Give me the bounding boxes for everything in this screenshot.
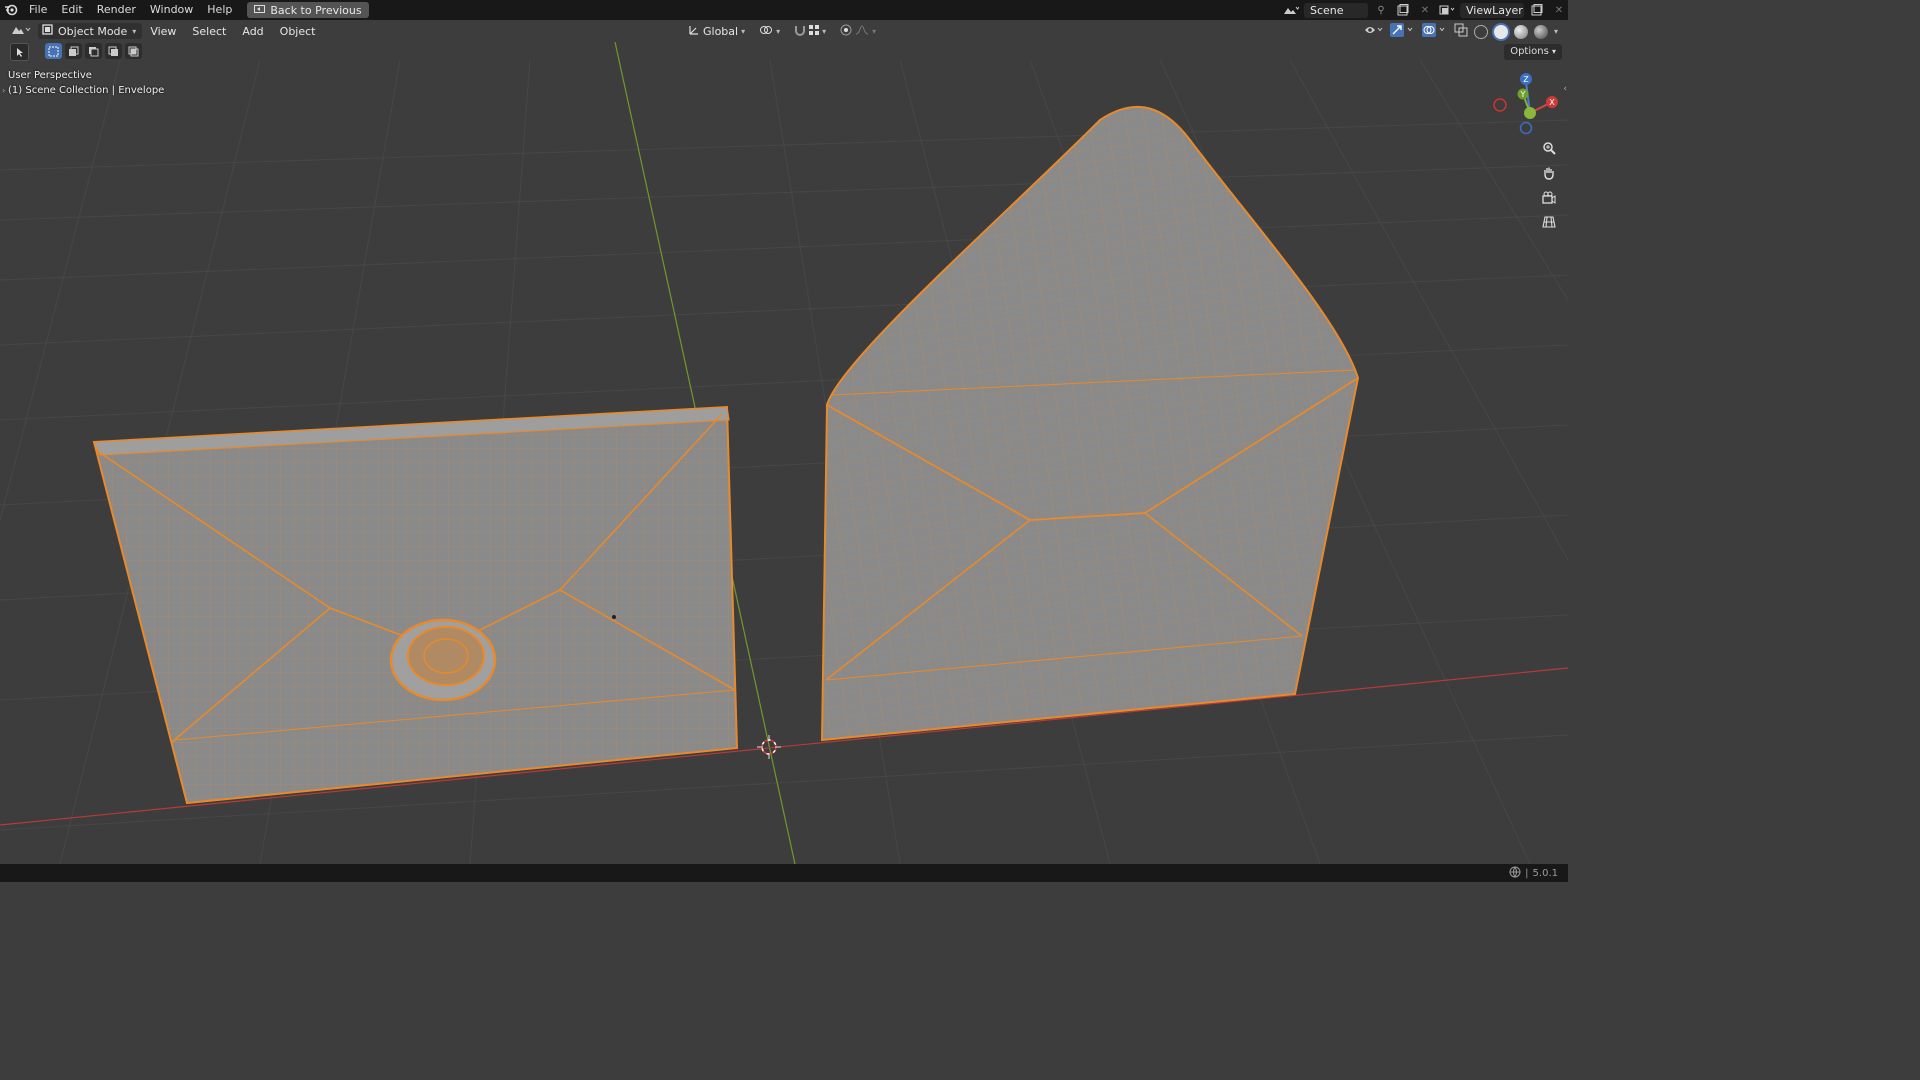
menu-file[interactable]: File (22, 0, 54, 20)
proportional-edit-icon (840, 24, 852, 39)
back-to-previous-label: Back to Previous (270, 3, 362, 17)
gizmo-x-label: X (1549, 98, 1555, 107)
screen-icon (254, 4, 266, 17)
tweak-select-icon[interactable] (10, 43, 29, 61)
solid-shading-icon[interactable] (1493, 24, 1508, 39)
select-invert-icon[interactable] (105, 43, 122, 59)
camera-view-icon[interactable] (1539, 188, 1559, 208)
back-to-previous-button[interactable]: Back to Previous (247, 2, 369, 18)
zoom-icon[interactable] (1539, 138, 1559, 158)
menu-render[interactable]: Render (90, 0, 143, 20)
close-view-layer-icon[interactable]: ✕ (1550, 2, 1568, 18)
orientation-label: Global (703, 24, 739, 38)
scene-name-field[interactable]: Scene (1304, 2, 1368, 18)
status-separator: | (1525, 867, 1529, 879)
new-view-layer-icon[interactable] (1528, 2, 1546, 18)
magnet-icon (794, 24, 806, 39)
chevron-down-icon: ▾ (822, 26, 827, 36)
menu-view[interactable]: View (142, 25, 184, 38)
select-intersect-icon[interactable] (125, 43, 142, 59)
top-menu-bar: File Edit Render Window Help Back to Pre… (0, 0, 1568, 20)
menu-edit[interactable]: Edit (54, 0, 89, 20)
chevron-down-icon: ▾ (1551, 47, 1556, 56)
object-mode-dropdown[interactable]: Object Mode ▾ (38, 23, 143, 39)
transform-orientation-dropdown[interactable]: Global ▾ (684, 23, 749, 39)
menu-select[interactable]: Select (184, 25, 234, 38)
orthographic-toggle-icon[interactable] (1539, 212, 1559, 232)
pan-hand-icon[interactable] (1539, 163, 1559, 183)
visibility-selectability-icon[interactable] (1364, 24, 1384, 39)
pin-icon[interactable]: ⚲ (1372, 2, 1390, 18)
menu-object[interactable]: Object (272, 25, 324, 38)
pivot-icon (759, 24, 773, 39)
navigation-gizmo[interactable]: Z X Y (1490, 70, 1562, 136)
select-extend-icon[interactable] (65, 43, 82, 59)
viewport-scene (0, 41, 1568, 864)
3d-viewport[interactable] (0, 20, 1568, 864)
blender-logo-icon[interactable] (0, 0, 22, 20)
chevron-right-icon[interactable]: › (2, 86, 5, 95)
select-new-icon[interactable] (45, 43, 62, 59)
snap-grid-icon (809, 24, 820, 38)
closed-envelope-mesh (92, 405, 739, 805)
snapping-toggle[interactable]: ▾ (790, 23, 830, 39)
collection-info-label: (1) Scene Collection | Envelope (8, 85, 165, 96)
chevron-down-icon: ▾ (741, 26, 746, 36)
select-subtract-icon[interactable] (85, 43, 102, 59)
xray-toggle-icon[interactable] (1454, 23, 1468, 40)
pivot-point-dropdown[interactable]: ▾ (755, 23, 784, 39)
gizmo-y-label: Y (1520, 90, 1526, 99)
center-toolbar: Global ▾ ▾ ▾ ▾ (684, 23, 880, 39)
selection-mode-toolbar (10, 43, 142, 61)
sidebar-toggle-icon[interactable]: ‹ (1563, 84, 1567, 94)
object-mode-icon (42, 24, 53, 38)
menu-help[interactable]: Help (200, 0, 239, 20)
orientation-axes-icon (688, 24, 700, 39)
chevron-down-icon: ▾ (776, 26, 781, 36)
view-layer-field[interactable]: ViewLayer (1460, 2, 1524, 18)
chevron-down-icon: ▾ (872, 26, 877, 36)
open-envelope-mesh (820, 106, 1360, 742)
close-scene-icon[interactable]: ✕ (1416, 2, 1434, 18)
rendered-shading-icon[interactable] (1533, 24, 1548, 39)
viewport-right-tools: ▾ (1364, 23, 1558, 40)
chevron-down-icon: ▾ (132, 26, 137, 36)
overlays-toggle-icon[interactable] (1421, 23, 1448, 40)
scene-selector-icon[interactable] (1282, 2, 1300, 18)
editor-type-icon[interactable] (10, 23, 32, 40)
material-preview-shading-icon[interactable] (1513, 24, 1528, 39)
options-dropdown[interactable]: Options ▾ (1504, 44, 1562, 60)
menu-window[interactable]: Window (143, 0, 200, 20)
proportional-editing-toggle[interactable]: ▾ (836, 23, 880, 39)
status-bar: | 5.0.1 (0, 864, 1568, 882)
globe-icon (1509, 866, 1521, 881)
chevron-down-icon[interactable]: ▾ (1554, 27, 1558, 36)
version-label: 5.0.1 (1532, 867, 1558, 879)
gizmo-z-label: Z (1523, 75, 1529, 84)
new-scene-icon[interactable] (1394, 2, 1412, 18)
menu-add[interactable]: Add (234, 25, 271, 38)
view-layer-selector-icon[interactable] (1438, 2, 1456, 18)
viewport-header: Object Mode ▾ View Select Add Object Glo… (0, 20, 1568, 42)
falloff-curve-icon (855, 24, 869, 38)
wireframe-shading-icon[interactable] (1473, 24, 1488, 39)
gizmo-toggle-icon[interactable] (1389, 23, 1416, 40)
object-mode-label: Object Mode (58, 24, 128, 38)
perspective-label: User Perspective (8, 70, 92, 81)
top-right-controls: Scene ⚲ ✕ ViewLayer ✕ (1282, 0, 1568, 20)
options-label: Options (1510, 46, 1549, 57)
